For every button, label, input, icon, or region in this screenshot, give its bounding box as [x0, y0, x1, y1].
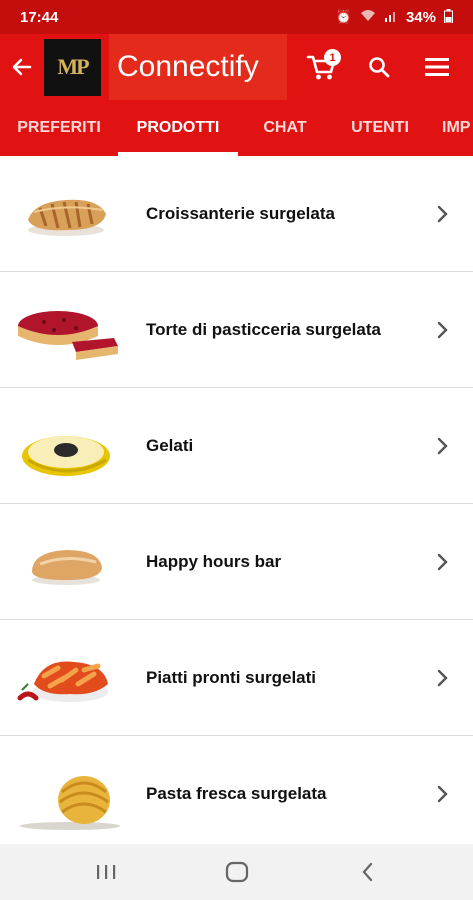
category-label: Piatti pronti surgelati: [146, 668, 317, 687]
status-bar: 17:44 ⏰ 34%: [0, 0, 473, 34]
recent-apps-button[interactable]: [76, 844, 136, 900]
list-item[interactable]: Pasta fresca surgelata: [0, 736, 473, 844]
tab-bar: PREFERITI PRODOTTI CHAT UTENTI IMP: [0, 100, 473, 156]
search-button[interactable]: [359, 34, 399, 100]
tab-utenti[interactable]: UTENTI: [332, 100, 428, 156]
system-back-button[interactable]: [338, 844, 398, 900]
signal-icon: [384, 10, 398, 25]
bread-image: [32, 550, 102, 585]
tab-chat[interactable]: CHAT: [238, 100, 332, 156]
status-time: 17:44: [20, 8, 59, 26]
system-nav-bar: [0, 844, 473, 900]
status-icons: ⏰ 34%: [335, 8, 453, 26]
chevron-right-icon: [437, 437, 448, 455]
home-icon: [225, 861, 248, 883]
category-label: Gelati: [146, 436, 194, 455]
gelato-image: [22, 436, 110, 476]
wifi-icon: [360, 9, 376, 25]
chevron-left-icon: [362, 862, 372, 882]
tab-preferiti[interactable]: PREFERITI: [0, 100, 118, 156]
battery-percentage: 34%: [405, 8, 436, 26]
app-title: Connectify: [117, 50, 259, 83]
category-list: Croissanterie surgelata Torte di pasticc…: [0, 156, 473, 844]
cart-badge: 1: [324, 49, 341, 66]
app-logo: MP: [44, 38, 101, 96]
category-label: Croissanterie surgelata: [146, 204, 335, 223]
chevron-right-icon: [437, 785, 448, 803]
category-label: Pasta fresca surgelata: [146, 784, 327, 803]
category-label: Happy hours bar: [146, 552, 282, 571]
search-icon: [369, 57, 390, 78]
hamburger-menu-icon: [425, 58, 449, 76]
battery-icon: [444, 8, 453, 26]
arrow-left-icon: [12, 58, 32, 76]
cake-image: [18, 311, 118, 360]
list-item[interactable]: Torte di pasticceria surgelata: [0, 272, 473, 388]
chevron-right-icon: [437, 205, 448, 223]
chevron-right-icon: [437, 321, 448, 339]
pasta-dish-image: [17, 661, 108, 702]
tagliatelle-image: [20, 776, 120, 830]
list-item[interactable]: Gelati: [0, 388, 473, 504]
home-button[interactable]: [207, 844, 267, 900]
category-label: Torte di pasticceria surgelata: [146, 320, 381, 339]
tab-prodotti[interactable]: PRODOTTI: [118, 100, 238, 156]
recent-apps-icon: [96, 865, 115, 879]
cart-button[interactable]: 1: [301, 34, 341, 100]
chevron-right-icon: [437, 553, 448, 571]
list-item[interactable]: Croissanterie surgelata: [0, 156, 473, 272]
tab-imp[interactable]: IMP: [428, 100, 473, 156]
chevron-right-icon: [437, 669, 448, 687]
alarm-icon: ⏰: [335, 9, 352, 24]
list-item[interactable]: Happy hours bar: [0, 504, 473, 620]
back-button[interactable]: [0, 34, 44, 100]
list-item[interactable]: Piatti pronti surgelati: [0, 620, 473, 736]
title-area: Connectify: [109, 34, 287, 100]
app-bar: MP Connectify 1: [0, 34, 473, 100]
menu-button[interactable]: [417, 34, 457, 100]
croissant-image: [28, 199, 106, 236]
